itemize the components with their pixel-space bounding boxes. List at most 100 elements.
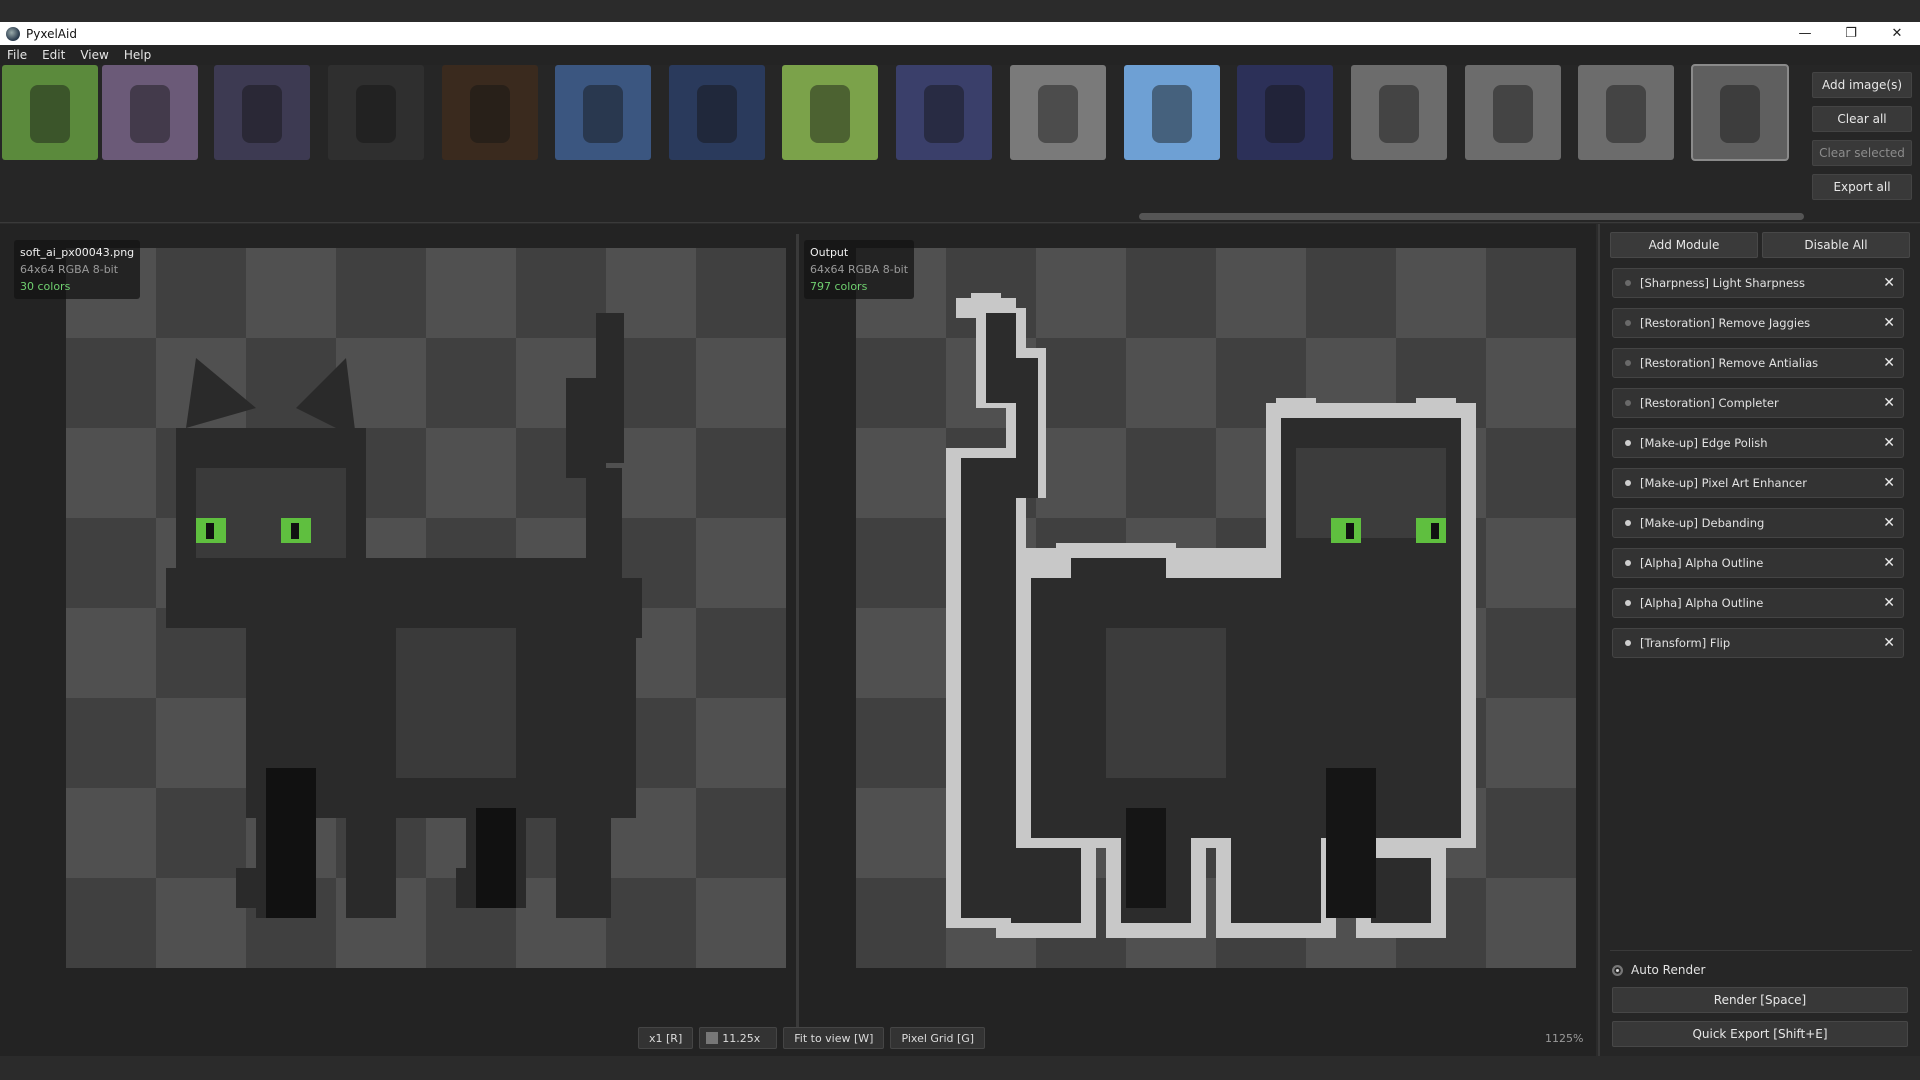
remove-module-icon[interactable]: ✕ <box>1883 435 1895 451</box>
minimize-button[interactable]: — <box>1782 22 1828 45</box>
module-item[interactable]: [Make-up] Edge Polish ✕ <box>1612 428 1904 458</box>
thumbnail-black-cat[interactable] <box>1691 64 1789 161</box>
output-filename: Output <box>810 246 849 259</box>
module-label: [Alpha] Alpha Outline <box>1640 556 1764 570</box>
module-item[interactable]: [Restoration] Remove Antialias ✕ <box>1612 348 1904 378</box>
module-enabled-indicator[interactable] <box>1625 600 1631 606</box>
input-meta: 64x64 RGBA 8-bit <box>20 263 119 276</box>
pixel-grid-button[interactable]: Pixel Grid [G] <box>890 1027 986 1049</box>
auto-render-toggle[interactable]: Auto Render <box>1612 963 1705 977</box>
thumbnail-mansion-dusk[interactable] <box>896 65 992 160</box>
module-enabled-indicator[interactable] <box>1625 400 1631 406</box>
thumbnail-sprite <box>924 85 964 143</box>
menu-edit[interactable]: Edit <box>35 48 73 62</box>
thumbnail-sprite <box>130 85 170 143</box>
thumbnail-mandala[interactable] <box>102 65 198 160</box>
module-enabled-indicator[interactable] <box>1625 280 1631 286</box>
zoom-field[interactable]: 11.25x <box>699 1027 778 1049</box>
panel-separator <box>1610 950 1912 951</box>
module-enabled-indicator[interactable] <box>1625 440 1631 446</box>
thumbnail-hand-waving[interactable] <box>328 65 424 160</box>
thumbnail-sprite <box>1493 85 1533 143</box>
thumbnail-house-night[interactable] <box>669 65 765 160</box>
module-item[interactable]: [Alpha] Alpha Outline ✕ <box>1612 588 1904 618</box>
output-colors: 797 colors <box>810 280 868 293</box>
output-cat-image <box>946 293 1476 938</box>
fit-to-view-button[interactable]: Fit to view [W] <box>783 1027 885 1049</box>
module-item[interactable]: [Restoration] Completer ✕ <box>1612 388 1904 418</box>
modules-panel: Add Module Disable All [Sharpness] Light… <box>1598 224 1920 1056</box>
zoom-value: 11.25x <box>722 1031 761 1045</box>
module-enabled-indicator[interactable] <box>1625 360 1631 366</box>
thumbnail-girl-sprite[interactable] <box>2 65 98 160</box>
module-item[interactable]: [Alpha] Alpha Outline ✕ <box>1612 548 1904 578</box>
zoom-swatch-icon <box>706 1032 719 1044</box>
input-canvas[interactable] <box>66 248 786 968</box>
thumbnail-cottage[interactable] <box>1124 65 1220 160</box>
thumbnail-sprite <box>810 85 850 143</box>
module-enabled-indicator[interactable] <box>1625 560 1631 566</box>
remove-module-icon[interactable]: ✕ <box>1883 355 1895 371</box>
menu-view[interactable]: View <box>73 48 116 62</box>
menu-help[interactable]: Help <box>117 48 159 62</box>
remove-module-icon[interactable]: ✕ <box>1883 555 1895 571</box>
export-all-button[interactable]: Export all <box>1812 174 1912 200</box>
close-window-button[interactable]: ✕ <box>1874 22 1920 45</box>
thumbnail-sprite <box>1379 85 1419 143</box>
input-colors: 30 colors <box>20 280 71 293</box>
clear-selected-button[interactable]: Clear selected <box>1812 140 1912 166</box>
zoom-percent: 1125% <box>1545 1032 1584 1045</box>
thumbnail-circus-clown[interactable] <box>1578 65 1674 160</box>
module-enabled-indicator[interactable] <box>1625 640 1631 646</box>
pane-divider[interactable] <box>796 234 799 1034</box>
module-label: [Sharpness] Light Sharpness <box>1640 276 1806 290</box>
app-icon <box>6 26 20 41</box>
thumbnail-sprite <box>1265 85 1305 143</box>
module-enabled-indicator[interactable] <box>1625 520 1631 526</box>
remove-module-icon[interactable]: ✕ <box>1883 635 1895 651</box>
render-button[interactable]: Render [Space] <box>1612 987 1908 1013</box>
auto-render-label: Auto Render <box>1631 963 1706 977</box>
thumbnail-wizard[interactable] <box>1351 65 1447 160</box>
menu-file[interactable]: File <box>0 48 35 62</box>
thumbnail-warrior[interactable] <box>442 65 538 160</box>
thumbnail-village-night[interactable] <box>555 65 651 160</box>
remove-module-icon[interactable]: ✕ <box>1883 395 1895 411</box>
thumbnail-sprite <box>1152 85 1192 143</box>
thumbnail-strip: Add image(s) Clear all Clear selected Ex… <box>0 64 1920 223</box>
thumbnail-city-girl[interactable] <box>1237 65 1333 160</box>
thumbnail-knight[interactable] <box>1010 65 1106 160</box>
add-module-button[interactable]: Add Module <box>1610 232 1758 258</box>
module-label: [Transform] Flip <box>1640 636 1731 650</box>
scale-button[interactable]: x1 [R] <box>638 1027 694 1049</box>
module-item[interactable]: [Make-up] Debanding ✕ <box>1612 508 1904 538</box>
auto-render-radio[interactable] <box>1612 964 1623 976</box>
clear-all-button[interactable]: Clear all <box>1812 106 1912 132</box>
module-enabled-indicator[interactable] <box>1625 480 1631 486</box>
input-cat-image <box>166 313 642 918</box>
remove-module-icon[interactable]: ✕ <box>1883 275 1895 291</box>
top-strip <box>0 0 1920 22</box>
module-enabled-indicator[interactable] <box>1625 320 1631 326</box>
output-canvas[interactable] <box>856 248 1576 968</box>
thumbnail-hand-pointing[interactable] <box>214 65 310 160</box>
title-bar: PyxelAid — ❐ ✕ <box>0 22 1920 45</box>
thumbnail-scrollbar[interactable] <box>1139 213 1804 220</box>
thumbnail-werewolf[interactable] <box>1465 65 1561 160</box>
remove-module-icon[interactable]: ✕ <box>1883 475 1895 491</box>
output-meta: 64x64 RGBA 8-bit <box>810 263 909 276</box>
remove-module-icon[interactable]: ✕ <box>1883 595 1895 611</box>
module-item[interactable]: [Make-up] Pixel Art Enhancer ✕ <box>1612 468 1904 498</box>
maximize-button[interactable]: ❐ <box>1828 22 1874 45</box>
thumbnail-sprite <box>356 85 396 143</box>
remove-module-icon[interactable]: ✕ <box>1883 515 1895 531</box>
output-info-panel: Output 64x64 RGBA 8-bit 797 colors <box>804 240 915 299</box>
module-item[interactable]: [Sharpness] Light Sharpness ✕ <box>1612 268 1904 298</box>
add-images-button[interactable]: Add image(s) <box>1812 72 1912 98</box>
module-item[interactable]: [Restoration] Remove Jaggies ✕ <box>1612 308 1904 338</box>
thumbnail-mansion-day[interactable] <box>782 65 878 160</box>
remove-module-icon[interactable]: ✕ <box>1883 315 1895 331</box>
module-item[interactable]: [Transform] Flip ✕ <box>1612 628 1904 658</box>
disable-all-button[interactable]: Disable All <box>1762 232 1910 258</box>
quick-export-button[interactable]: Quick Export [Shift+E] <box>1612 1021 1908 1047</box>
